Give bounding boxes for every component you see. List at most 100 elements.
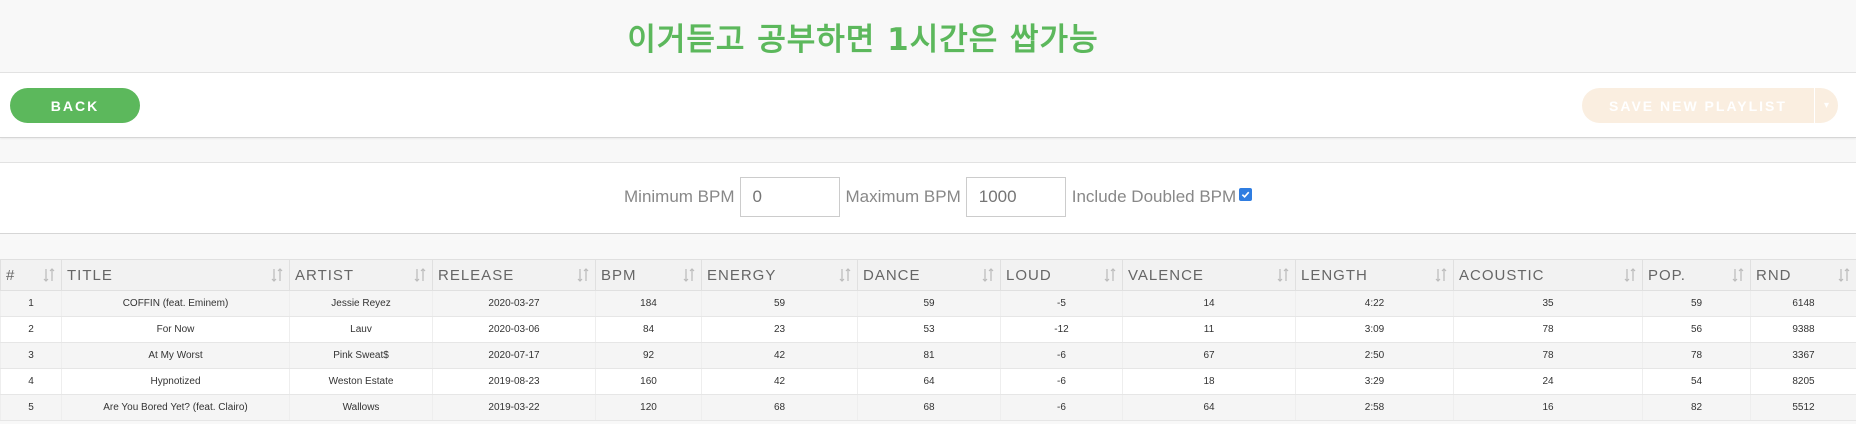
table-cell: 3:29 [1295,368,1454,395]
include-doubled-bpm-checkbox[interactable] [1239,187,1253,201]
column-header-valence[interactable]: VALENCE [1122,259,1296,291]
table-cell: 2:58 [1295,394,1454,421]
column-header-artist[interactable]: ARTIST [289,259,433,291]
table-cell: 4 [0,368,62,395]
table-cell: For Now [61,316,290,343]
table-cell: Pink Sweat$ [289,342,433,369]
column-header-label: ARTIST [295,266,355,284]
column-header-loud[interactable]: LOUD [1000,259,1123,291]
table-cell: 64 [857,368,1001,395]
table-cell: COFFIN (feat. Eminem) [61,290,290,317]
sort-icon [577,268,589,282]
column-header-bpm[interactable]: BPM [595,259,702,291]
chevron-down-icon: ▾ [1823,100,1830,111]
save-playlist-group: SAVE NEW PLAYLIST ▾ [1582,88,1838,123]
table-row[interactable]: 2 For Now Lauv 2020-03-06 84 23 53 -12 11 3:09 78 5… [0,316,1856,343]
column-header-label: POP. [1648,266,1686,284]
table-row[interactable]: 1 COFFIN (feat. Eminem) Jessie Reyez 2020-0… [0,290,1856,317]
table-cell: 68 [701,394,858,421]
sort-ascending-icon [43,268,55,282]
table-cell: 2020-03-27 [432,290,596,317]
table-cell: 3 [0,342,62,369]
table-cell: 67 [1122,342,1296,369]
sort-icon [1624,268,1636,282]
bpm-filter-row: Minimum BPM Maximum BPM Include Doubled … [624,177,1253,217]
table-cell: 53 [857,316,1001,343]
sort-icon [1838,268,1850,282]
column-header-release[interactable]: RELEASE [432,259,596,291]
save-new-playlist-button[interactable]: SAVE NEW PLAYLIST [1582,88,1814,123]
table-cell: Wallows [289,394,433,421]
table-row[interactable]: 5 Are You Bored Yet? (feat. Clairo) Wallow… [0,394,1856,421]
table-body: 1 COFFIN (feat. Eminem) Jessie Reyez 2020-0… [0,290,1856,421]
column-header-label: DANCE [863,266,921,284]
table-cell: 42 [701,368,858,395]
page-title: 이거듣고 공부하면 1시간은 쌉가능 [627,21,1099,58]
max-bpm-label: Maximum BPM [845,187,961,206]
table-cell: 68 [857,394,1001,421]
back-button[interactable]: BACK [10,88,140,123]
column-header-dance[interactable]: DANCE [857,259,1001,291]
sort-icon [1104,268,1116,282]
table-cell: -6 [1000,368,1123,395]
column-header-label: LENGTH [1301,266,1368,284]
column-header-rnd[interactable]: RND [1750,259,1856,291]
column-header-label: VALENCE [1128,266,1204,284]
column-header-number[interactable]: # [0,259,62,291]
table-cell: 2019-08-23 [432,368,596,395]
table-cell: 14 [1122,290,1296,317]
max-bpm-input[interactable] [965,177,1066,217]
table-cell: 92 [595,342,702,369]
column-header-pop[interactable]: POP. [1642,259,1751,291]
sort-icon [1277,268,1289,282]
table-cell: 59 [1642,290,1751,317]
table-cell: 84 [595,316,702,343]
table-row[interactable]: 3 At My Worst Pink Sweat$ 2020-07-17 92 42 81-… [0,342,1856,369]
column-header-title[interactable]: TITLE [61,259,290,291]
table-cell: -12 [1000,316,1123,343]
table-cell: 3:09 [1295,316,1454,343]
table-cell: Jessie Reyez [289,290,433,317]
table-cell: 56 [1642,316,1751,343]
sort-icon [271,268,283,282]
table-cell: 2 [0,316,62,343]
save-options-dropdown[interactable]: ▾ [1814,88,1838,123]
min-bpm-input[interactable] [739,177,840,217]
table-cell: 81 [857,342,1001,369]
table-cell: 64 [1122,394,1296,421]
table-header-row: # TITLE ARTIST RELEASE BPM ENERGY DANCE LOUD VAL… [0,259,1856,291]
column-header-label: ENERGY [707,266,777,284]
sort-icon [1435,268,1447,282]
table-cell: 82 [1642,394,1751,421]
toolbar: BACK SAVE NEW PLAYLIST ▾ [0,72,1856,138]
table-cell: 35 [1453,290,1643,317]
table-cell: 24 [1453,368,1643,395]
table-cell: 18 [1122,368,1296,395]
table-cell: 16 [1453,394,1643,421]
table-cell: 8205 [1750,368,1856,395]
table-cell: 2020-07-17 [432,342,596,369]
table-cell: 23 [701,316,858,343]
column-header-label: BPM [601,266,637,284]
title-bar: 이거듣고 공부하면 1시간은 쌉가능 [0,0,1856,72]
table-cell: Weston Estate [289,368,433,395]
sort-icon [839,268,851,282]
sort-icon [982,268,994,282]
sort-icon [414,268,426,282]
table-row[interactable]: 4 Hypnotized Weston Estate 2019-08-23 160 42 6… [0,368,1856,395]
table-cell: 42 [701,342,858,369]
table-cell: At My Worst [61,342,290,369]
table-cell: 6148 [1750,290,1856,317]
table-cell: 5 [0,394,62,421]
bpm-filter-panel: Minimum BPM Maximum BPM Include Doubled … [0,162,1856,234]
table-cell: 59 [701,290,858,317]
table-cell: 2:50 [1295,342,1454,369]
column-header-energy[interactable]: ENERGY [701,259,858,291]
sort-icon [683,268,695,282]
table-cell: -5 [1000,290,1123,317]
table-cell: 54 [1642,368,1751,395]
column-header-length[interactable]: LENGTH [1295,259,1454,291]
column-header-acoustic[interactable]: ACOUSTIC [1453,259,1643,291]
table-cell: 59 [857,290,1001,317]
table-cell: 4:22 [1295,290,1454,317]
